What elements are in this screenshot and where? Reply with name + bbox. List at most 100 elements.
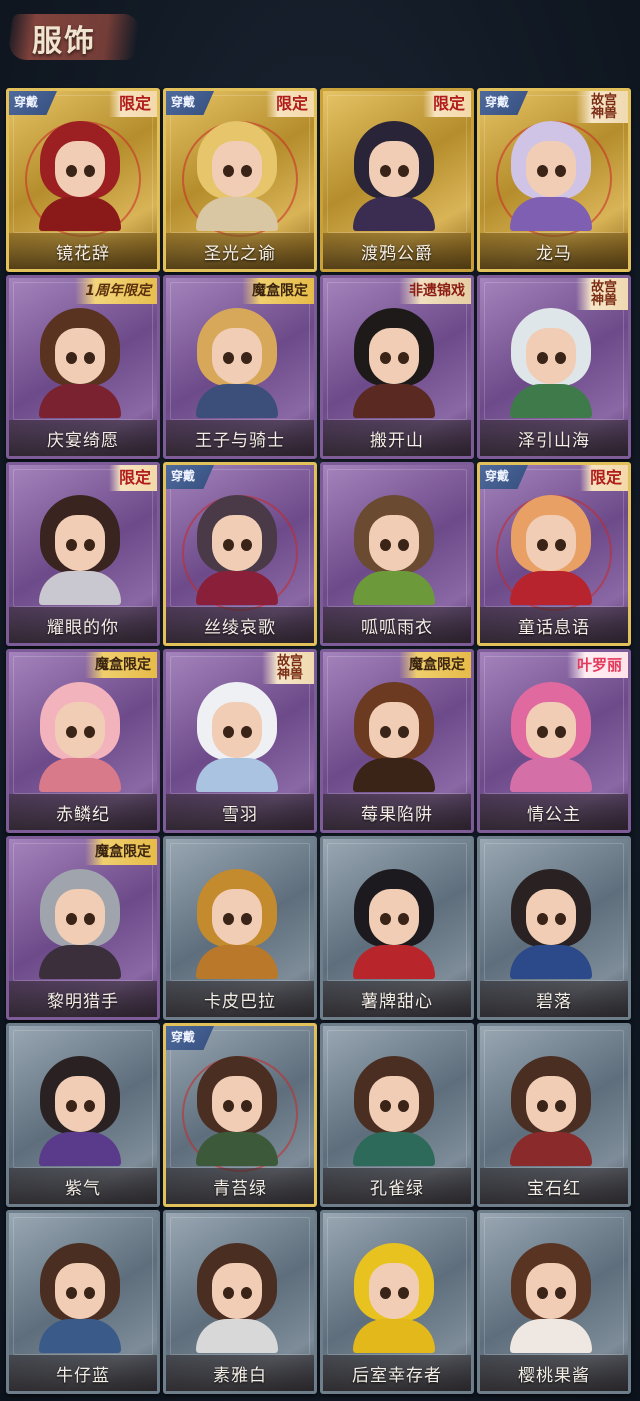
costume-card[interactable]: 魔盒限定 黎明猎手 xyxy=(6,836,160,1020)
portrait-eye xyxy=(537,913,548,925)
costume-name: 薯牌甜心 xyxy=(361,991,433,1012)
portrait-outfit xyxy=(39,197,121,231)
portrait-face xyxy=(369,1263,419,1319)
character-portrait xyxy=(31,1235,129,1353)
character-portrait xyxy=(188,487,286,605)
portrait-outfit xyxy=(510,758,592,792)
costume-card[interactable]: 穿戴 限定 镜花辞 xyxy=(6,88,160,272)
name-bar: 薯牌甜心 xyxy=(323,981,471,1017)
costume-card[interactable]: 卡皮巴拉 xyxy=(163,836,317,1020)
costume-card[interactable]: 穿戴 丝绫哀歌 xyxy=(163,462,317,646)
costume-card[interactable]: 呱呱雨衣 xyxy=(320,462,474,646)
portrait-eye xyxy=(84,1287,95,1299)
portrait-face xyxy=(212,702,262,758)
costume-card[interactable]: 故宫神兽 泽引山海 xyxy=(477,275,631,459)
character-portrait xyxy=(31,300,129,418)
name-bar: 泽引山海 xyxy=(480,420,628,456)
name-bar: 碧落 xyxy=(480,981,628,1017)
character-portrait xyxy=(502,1048,600,1166)
portrait-eye xyxy=(537,1100,548,1112)
costume-card[interactable]: 樱桃果酱 xyxy=(477,1210,631,1394)
costume-card[interactable]: 限定 渡鸦公爵 xyxy=(320,88,474,272)
portrait-outfit xyxy=(353,1132,435,1166)
portrait-face xyxy=(212,1263,262,1319)
costume-card[interactable]: 宝石红 xyxy=(477,1023,631,1207)
portrait-outfit xyxy=(196,1319,278,1353)
rarity-tag: 1周年限定 xyxy=(75,278,157,304)
costume-card[interactable]: 1周年限定庆宴绮愿 xyxy=(6,275,160,459)
character-portrait xyxy=(31,113,129,231)
portrait-face xyxy=(526,1263,576,1319)
portrait-eye xyxy=(398,352,409,364)
portrait-eye xyxy=(380,913,391,925)
costume-card[interactable]: 非遗锦戏 搬开山 xyxy=(320,275,474,459)
portrait-outfit xyxy=(353,758,435,792)
costume-card[interactable]: 薯牌甜心 xyxy=(320,836,474,1020)
costume-card[interactable]: 限定 耀眼的你 xyxy=(6,462,160,646)
rarity-tag: 限定 xyxy=(108,91,157,117)
portrait-eye xyxy=(241,726,252,738)
costume-card[interactable]: 魔盒限定 莓果陷阱 xyxy=(320,649,474,833)
character-portrait xyxy=(188,1048,286,1166)
portrait-eye xyxy=(84,352,95,364)
portrait-face xyxy=(55,1076,105,1132)
costume-name: 樱桃果酱 xyxy=(518,1365,590,1386)
rarity-tag: 魔盒限定 xyxy=(242,278,314,304)
name-bar: 镜花辞 xyxy=(9,233,157,269)
portrait-eye xyxy=(66,1287,77,1299)
costume-card[interactable]: 故宫神兽雪羽 xyxy=(163,649,317,833)
costume-card[interactable]: 牛仔蓝 xyxy=(6,1210,160,1394)
name-bar: 王子与骑士 xyxy=(166,420,314,456)
portrait-face xyxy=(55,515,105,571)
costume-card[interactable]: 孔雀绿 xyxy=(320,1023,474,1207)
costume-card[interactable]: 后室幸存者 xyxy=(320,1210,474,1394)
costume-card[interactable]: 穿戴 限定 圣光之谕 xyxy=(163,88,317,272)
portrait-outfit xyxy=(353,945,435,979)
costume-name: 紫气 xyxy=(65,1178,101,1199)
portrait-outfit xyxy=(510,945,592,979)
name-bar: 庆宴绮愿 xyxy=(9,420,157,456)
portrait-eye xyxy=(380,1287,391,1299)
character-portrait xyxy=(502,300,600,418)
character-portrait xyxy=(188,300,286,418)
costume-name: 宝石红 xyxy=(527,1178,581,1199)
character-portrait xyxy=(502,113,600,231)
portrait-eye xyxy=(84,913,95,925)
name-bar: 紫气 xyxy=(9,1168,157,1204)
portrait-eye xyxy=(84,539,95,551)
costume-card[interactable]: 紫气 xyxy=(6,1023,160,1207)
costume-name: 情公主 xyxy=(527,804,581,825)
character-portrait xyxy=(31,674,129,792)
portrait-face xyxy=(369,702,419,758)
portrait-eye xyxy=(555,165,566,177)
portrait-eye xyxy=(537,165,548,177)
rarity-tag: 故宫神兽 xyxy=(262,652,314,684)
portrait-face xyxy=(369,141,419,197)
costume-name: 碧落 xyxy=(536,991,572,1012)
portrait-face xyxy=(526,328,576,384)
costume-name: 青苔绿 xyxy=(213,1178,267,1199)
costume-card[interactable]: 穿戴 故宫神兽 龙马 xyxy=(477,88,631,272)
portrait-outfit xyxy=(353,384,435,418)
name-bar: 龙马 xyxy=(480,233,628,269)
costume-name: 素雅白 xyxy=(213,1365,267,1386)
costume-card[interactable]: 穿戴 青苔绿 xyxy=(163,1023,317,1207)
costume-name: 牛仔蓝 xyxy=(56,1365,110,1386)
costume-card[interactable]: 穿戴 限定 童话息语 xyxy=(477,462,631,646)
costume-card[interactable]: 素雅白 xyxy=(163,1210,317,1394)
name-bar: 圣光之谕 xyxy=(166,233,314,269)
portrait-eye xyxy=(555,352,566,364)
costume-card[interactable]: 魔盒限定 赤鳞纪 xyxy=(6,649,160,833)
character-portrait xyxy=(188,674,286,792)
costume-card[interactable]: 碧落 xyxy=(477,836,631,1020)
portrait-face xyxy=(526,889,576,945)
costume-name: 渡鸦公爵 xyxy=(361,243,433,264)
portrait-eye xyxy=(398,165,409,177)
costume-name: 耀眼的你 xyxy=(47,617,119,638)
name-bar: 雪羽 xyxy=(166,794,314,830)
name-bar: 樱桃果酱 xyxy=(480,1355,628,1391)
portrait-face xyxy=(55,141,105,197)
costume-card[interactable]: 叶罗丽 情公主 xyxy=(477,649,631,833)
portrait-face xyxy=(212,1076,262,1132)
costume-card[interactable]: 魔盒限定王子与骑士 xyxy=(163,275,317,459)
